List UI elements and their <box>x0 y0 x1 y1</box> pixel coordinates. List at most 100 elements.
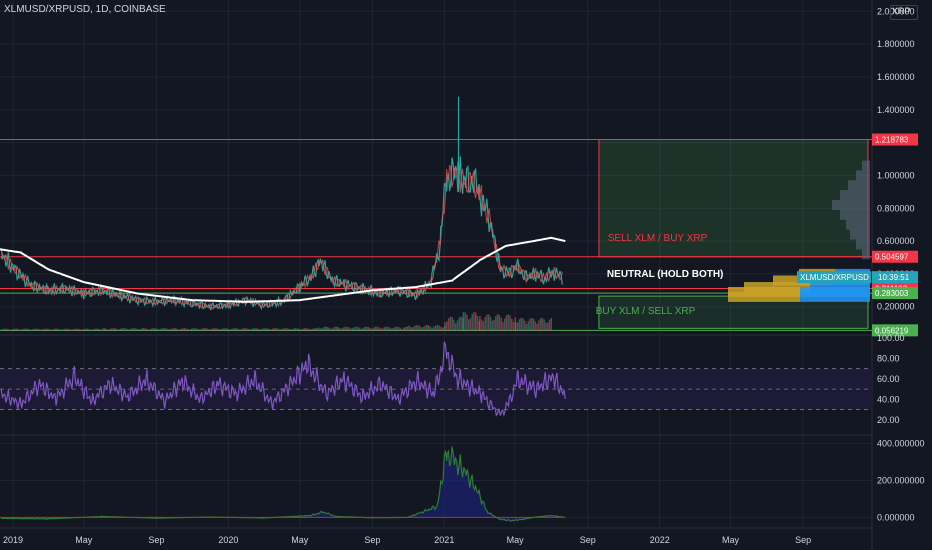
price-tick-label: 1.800000 <box>877 39 915 49</box>
volume-bar <box>210 329 212 331</box>
volume-bar <box>14 328 16 331</box>
volume-bar <box>58 329 60 331</box>
volume-bar <box>431 327 433 331</box>
x-tick-label: May <box>722 535 740 545</box>
volume-bar <box>385 326 387 331</box>
volume-bar <box>215 328 217 331</box>
symbol-title: XLMUSD/XRPUSD, 1D, COINBASE <box>4 4 166 15</box>
volume-bar <box>206 328 209 331</box>
volume-bar <box>496 314 499 331</box>
chart-canvas[interactable]: 2019 May Sep 2020 May Sep 2021 May Sep 2022 May Sep… <box>0 0 932 550</box>
volume-bar <box>433 326 435 331</box>
currency-badge[interactable] <box>890 5 918 20</box>
volume-bar <box>70 329 73 331</box>
volume-bar <box>257 328 260 331</box>
volume-bar <box>342 327 345 331</box>
volume-bar <box>121 328 124 331</box>
volume-bar <box>19 329 21 331</box>
volume-bar <box>277 328 279 331</box>
volume-bar <box>339 328 341 331</box>
volume-bar <box>365 326 368 331</box>
volume-bar <box>225 328 228 331</box>
level-tag-label: 0.283003 <box>875 289 909 298</box>
volume-bar <box>23 328 25 331</box>
volume-bar <box>185 328 187 331</box>
x-tick-label: Sep <box>364 535 380 545</box>
volume-bar <box>314 328 317 331</box>
volume-bar <box>8 329 11 331</box>
volume-bar <box>337 327 340 331</box>
volume-bar <box>516 322 519 331</box>
volume-bar <box>487 314 490 331</box>
volume-bar <box>60 329 62 331</box>
volume-bar <box>179 328 182 331</box>
volume-bar <box>476 315 479 331</box>
volume-bar <box>174 328 177 331</box>
volume-bar <box>141 328 143 331</box>
volume-bar <box>93 328 96 331</box>
volume-bar <box>76 328 78 331</box>
volume-bar <box>10 329 13 331</box>
volume-bar <box>330 328 332 331</box>
volume-bar <box>326 326 329 331</box>
volume-bar <box>279 329 281 331</box>
volume-bar <box>532 318 535 331</box>
volume-bar <box>21 329 23 331</box>
volume-bar <box>256 328 258 331</box>
volume-bar <box>102 328 104 331</box>
volume-bar <box>523 320 526 331</box>
volume-bar <box>15 328 18 331</box>
volume-bar <box>493 319 495 331</box>
x-tick-label: 2019 <box>3 535 23 545</box>
volume-bar <box>201 328 203 331</box>
volume-bar <box>404 326 407 331</box>
volume-bar <box>427 325 430 331</box>
volume-bar <box>378 327 380 331</box>
volume-bar <box>305 328 308 331</box>
volume-bar <box>162 328 164 331</box>
x-tick-label: Sep <box>580 535 596 545</box>
volume-bar <box>408 325 410 331</box>
volume-profile-bar <box>840 190 870 201</box>
volume-bar <box>149 328 152 331</box>
volume-bar <box>67 328 69 331</box>
price-tick-label: 0.800000 <box>877 203 915 213</box>
volume-profile-bar <box>862 249 870 260</box>
volume-bar <box>155 328 157 331</box>
volume-bar <box>440 326 442 331</box>
volume-bar <box>38 329 41 331</box>
volume-bar <box>371 328 373 331</box>
osc-tick-label: 0.000000 <box>877 512 915 522</box>
volume-bar <box>236 328 239 331</box>
volume-bar <box>114 328 116 331</box>
volume-bar <box>388 327 391 331</box>
x-tick-label: 2022 <box>650 535 670 545</box>
volume-bar <box>5 328 7 331</box>
volume-bar <box>119 328 122 331</box>
volume-bar <box>293 328 295 331</box>
volume-bar <box>394 327 396 331</box>
volume-bar <box>436 325 439 331</box>
volume-bar <box>245 328 247 331</box>
volume-bar <box>231 328 233 331</box>
volume-bar <box>273 328 276 331</box>
volume-bar <box>410 326 412 331</box>
volume-bar <box>355 326 357 331</box>
volume-bar <box>482 321 485 331</box>
volume-bar <box>164 328 166 331</box>
volume-profile-bar <box>856 170 870 181</box>
volume-bar <box>160 328 163 331</box>
volume-bar <box>512 321 515 331</box>
volume-bar <box>353 327 355 331</box>
volume-bar <box>335 326 338 331</box>
volume-profile-bar <box>800 291 870 302</box>
volume-bar <box>525 323 528 331</box>
volume-bar <box>325 326 327 331</box>
volume-bar <box>72 329 75 331</box>
volume-bar <box>192 328 194 331</box>
volume-bar <box>449 316 452 331</box>
volume-bar <box>376 326 378 331</box>
volume-bar <box>346 326 348 331</box>
volume-bar <box>220 328 223 331</box>
volume-bar <box>447 318 450 331</box>
